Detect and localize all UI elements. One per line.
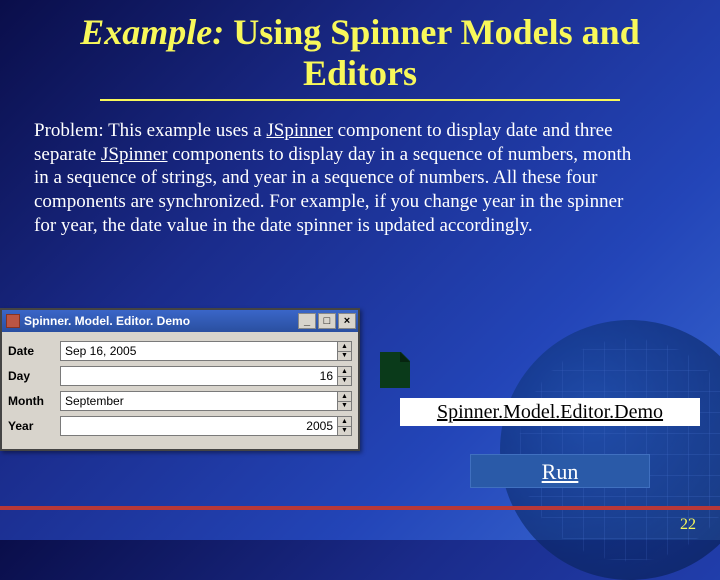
source-file-icon[interactable]: [380, 352, 410, 388]
java-cup-icon: [6, 314, 20, 328]
spinner-down-icon[interactable]: ▼: [337, 401, 351, 411]
close-button[interactable]: ×: [338, 313, 356, 329]
maximize-button[interactable]: □: [318, 313, 336, 329]
spinner-up-icon[interactable]: ▲: [337, 342, 351, 351]
footer-divider: [0, 506, 720, 510]
spinner-down-icon[interactable]: ▼: [337, 376, 351, 386]
year-label: Year: [8, 419, 60, 433]
date-spinner[interactable]: ▲ ▼: [60, 341, 352, 361]
spinner-up-icon[interactable]: ▲: [337, 392, 351, 401]
slide-title: Example: Using Spinner Models and Editor…: [0, 0, 720, 99]
problem-text: Problem: This example uses a JSpinner co…: [0, 119, 670, 238]
minimize-button[interactable]: _: [298, 313, 316, 329]
spinner-up-icon[interactable]: ▲: [337, 367, 351, 376]
title-main: Using Spinner Models and Editors: [224, 12, 639, 93]
date-row: Date ▲ ▼: [8, 341, 352, 361]
spinner-down-icon[interactable]: ▼: [337, 351, 351, 361]
month-spinner[interactable]: ▲ ▼: [60, 391, 352, 411]
day-label: Day: [8, 369, 60, 383]
day-input[interactable]: [61, 367, 337, 385]
window-titlebar: Spinner. Model. Editor. Demo _ □ ×: [2, 310, 358, 332]
month-label: Month: [8, 394, 60, 408]
year-spinner[interactable]: ▲ ▼: [60, 416, 352, 436]
date-label: Date: [8, 344, 60, 358]
spinner-up-icon[interactable]: ▲: [337, 417, 351, 426]
title-prefix: Example:: [80, 12, 224, 52]
month-input[interactable]: [61, 392, 337, 410]
spinner-down-icon[interactable]: ▼: [337, 426, 351, 436]
day-row: Day ▲ ▼: [8, 366, 352, 386]
page-number: 22: [680, 516, 696, 534]
globe-graphic: [500, 320, 720, 580]
window-title: Spinner. Model. Editor. Demo: [24, 314, 190, 328]
day-spinner[interactable]: ▲ ▼: [60, 366, 352, 386]
run-button[interactable]: Run: [470, 454, 650, 488]
demo-class-link[interactable]: Spinner.Model.Editor.Demo: [400, 398, 700, 426]
year-input[interactable]: [61, 417, 337, 435]
title-underline: [100, 99, 620, 101]
date-input[interactable]: [61, 342, 337, 360]
demo-window: Spinner. Model. Editor. Demo _ □ × Date …: [0, 308, 360, 451]
year-row: Year ▲ ▼: [8, 416, 352, 436]
month-row: Month ▲ ▼: [8, 391, 352, 411]
